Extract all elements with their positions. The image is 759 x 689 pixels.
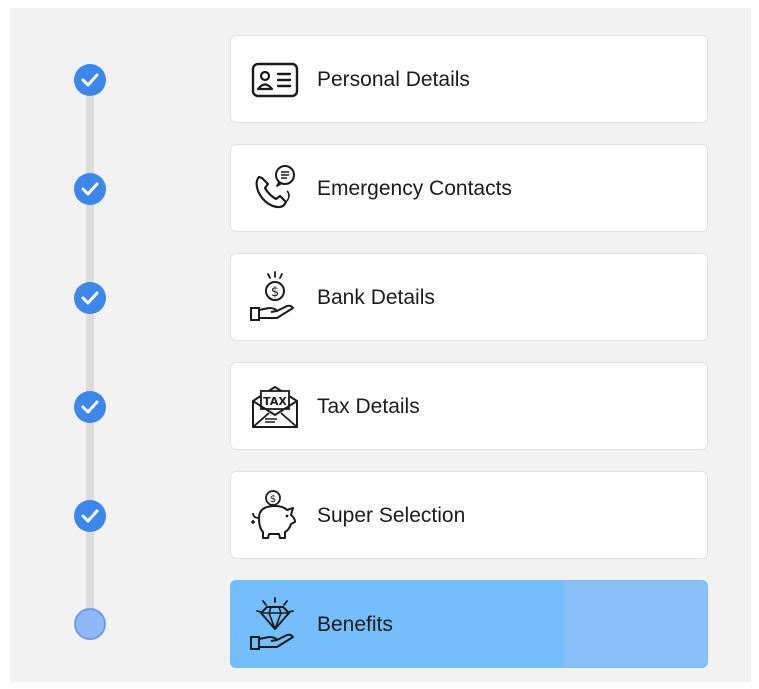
step-6-current-indicator [74, 608, 106, 640]
step-label: Bank Details [317, 286, 435, 309]
piggy-bank-icon: $ [251, 490, 296, 539]
svg-text:TAX: TAX [263, 395, 287, 408]
step-1-check-icon [74, 64, 106, 96]
step-card-super-selection[interactable]: $ Super Selection [230, 471, 708, 559]
step-card-tax-details[interactable]: TAX Tax Details [230, 362, 708, 450]
phone-chat-icon [255, 165, 295, 209]
money-hand-icon: $ [250, 271, 294, 321]
step-5-check-icon [74, 500, 106, 532]
step-label: Personal Details [317, 68, 470, 91]
step-label: Tax Details [317, 395, 420, 418]
step-label: Benefits [317, 613, 393, 636]
id-card-icon [251, 62, 299, 98]
step-card-personal-details[interactable]: Personal Details [230, 35, 708, 123]
svg-text:$: $ [271, 285, 279, 300]
step-card-emergency-contacts[interactable]: Emergency Contacts [230, 144, 708, 232]
step-card-benefits[interactable]: Benefits [230, 580, 708, 668]
step-2-check-icon [74, 173, 106, 205]
svg-text:$: $ [270, 494, 276, 505]
onboarding-steps-panel: Personal Details Emergency Contacts $ Ba… [10, 8, 751, 682]
tax-envelope-icon: TAX [252, 386, 298, 428]
step-label: Emergency Contacts [317, 177, 512, 200]
step-label: Super Selection [317, 504, 466, 527]
step-card-bank-details[interactable]: $ Bank Details [230, 253, 708, 341]
step-4-check-icon [74, 391, 106, 423]
diamond-hand-icon [250, 597, 294, 650]
progress-track [86, 88, 94, 634]
step-3-check-icon [74, 282, 106, 314]
